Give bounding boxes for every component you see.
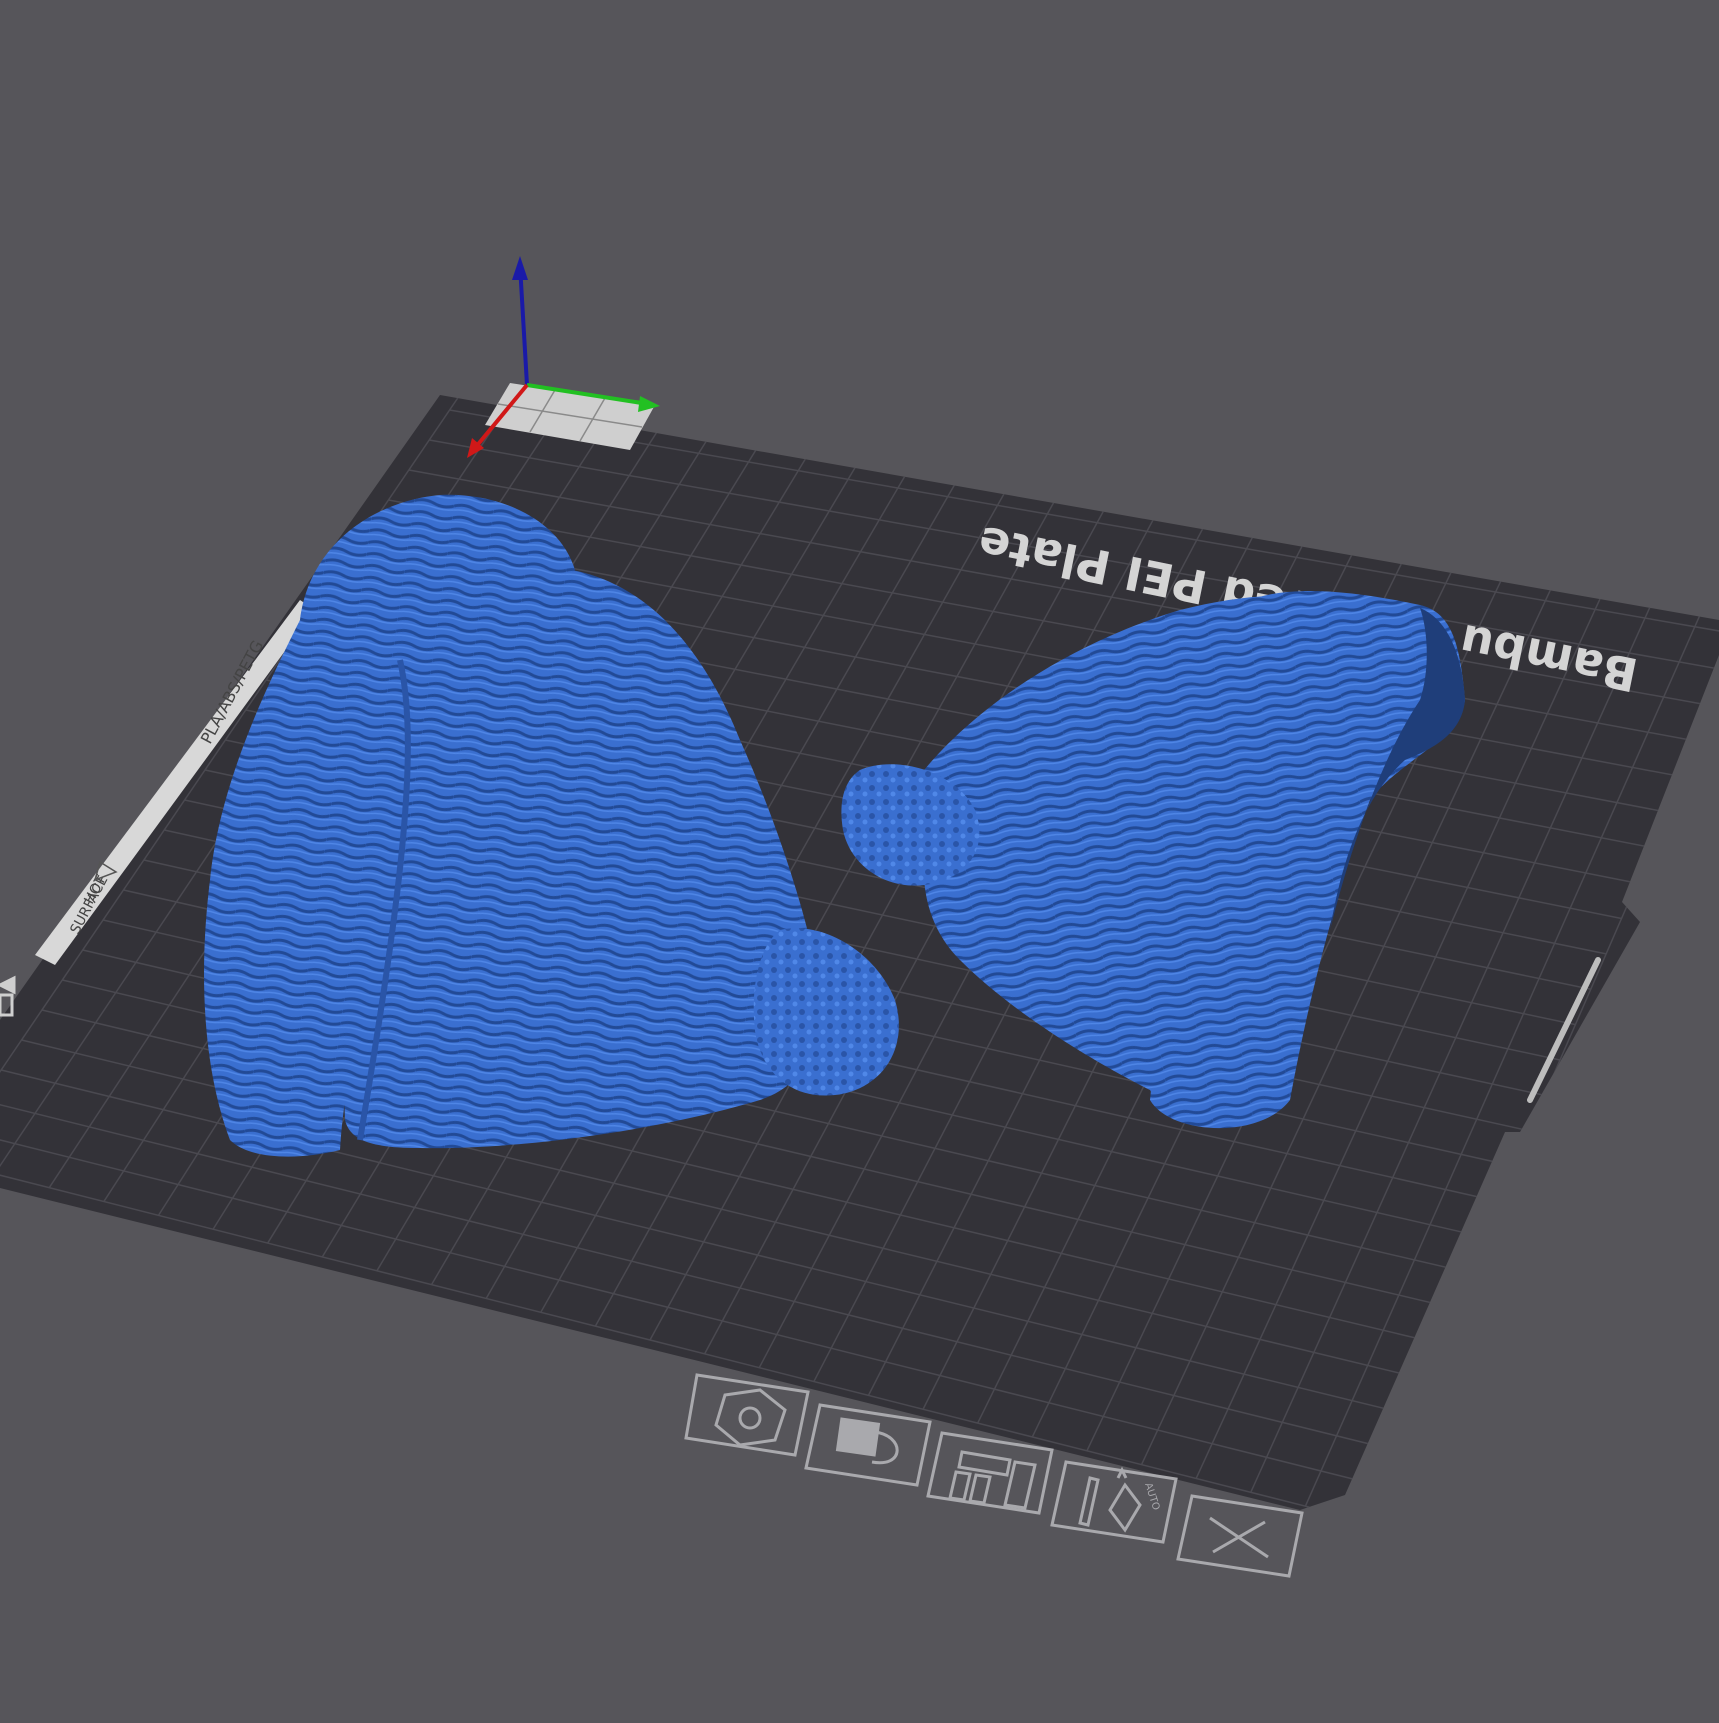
auto-orient-icon	[1078, 1466, 1142, 1533]
close-icon	[1209, 1516, 1269, 1559]
filament-icon	[0, 975, 16, 995]
lock-button[interactable]	[804, 1403, 932, 1487]
hexagon-icon	[714, 1388, 787, 1447]
arrange-icon	[948, 1450, 1037, 1510]
delete-plate-button[interactable]	[1176, 1494, 1304, 1578]
z-axis-arrow-icon	[512, 256, 528, 280]
plate-side-icons	[0, 975, 16, 1017]
lock-icon	[835, 1417, 899, 1465]
arrange-button[interactable]	[926, 1431, 1054, 1515]
auto-label: AUTO	[1142, 1482, 1161, 1512]
3d-viewport[interactable]: PLA/ABS/PETG HOT SURFACE Bambu Textured …	[0, 0, 1719, 1719]
orient-button[interactable]	[684, 1373, 810, 1457]
z-axis	[518, 264, 529, 386]
